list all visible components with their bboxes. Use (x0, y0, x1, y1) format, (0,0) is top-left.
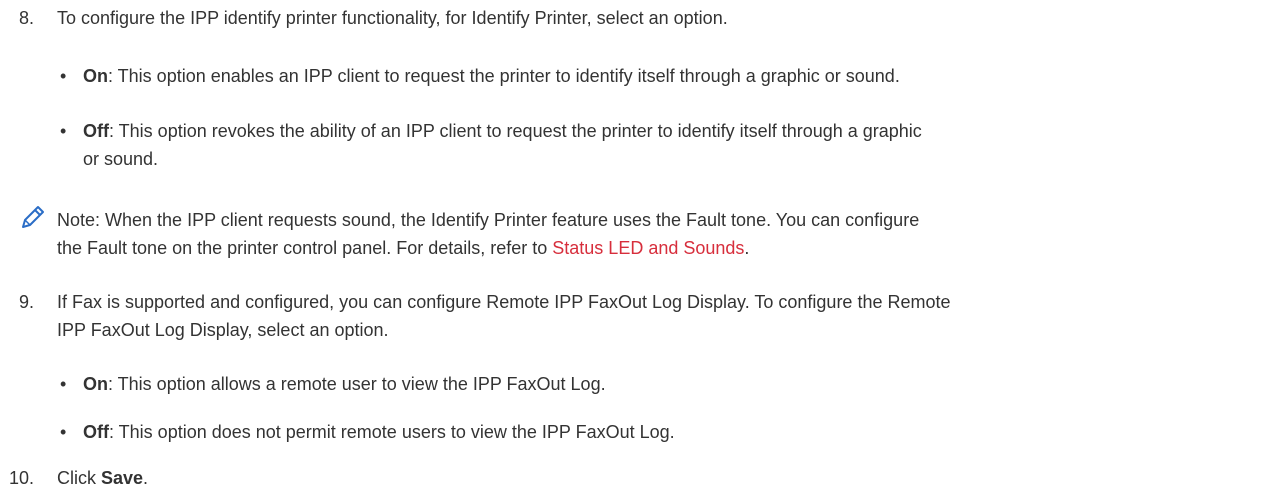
bullet-text: On: This option enables an IPP client to… (83, 62, 1251, 90)
step-number: 10. (8, 468, 34, 488)
step-text-suffix: . (143, 468, 149, 488)
bullet-text: Off: This option does not permit remote … (83, 418, 1251, 446)
option-term: Off (83, 422, 109, 442)
step-text-prefix: Click (57, 468, 101, 488)
option-term: Off (83, 121, 109, 141)
note-text-line1: Note: When the IPP client requests sound… (57, 210, 920, 230)
step-text-line2: IPP FaxOut Log Display, select an option… (57, 320, 389, 340)
step-text: To configure the IPP identify printer fu… (57, 8, 728, 28)
option-description: : This option allows a remote user to vi… (108, 374, 606, 394)
option-term: On (83, 66, 108, 86)
note-text-suffix: . (744, 238, 750, 258)
bullet-dot: • (60, 374, 67, 394)
status-led-sounds-link[interactable]: Status LED and Sounds (552, 238, 744, 258)
step-text-line1: If Fax is supported and configured, you … (57, 292, 951, 312)
bullet-text: or sound. (83, 149, 159, 169)
bullet-dot: • (60, 422, 67, 442)
bullet-dot: • (60, 121, 67, 141)
option-term: On (83, 374, 108, 394)
option-description: : This option revokes the ability of an … (109, 121, 922, 141)
bullet-dot: • (60, 66, 67, 86)
step-number: 9. (18, 292, 34, 312)
option-description: : This option enables an IPP client to r… (108, 66, 900, 86)
step-text: Click Save. (57, 464, 1257, 492)
bullet-text: On: This option allows a remote user to … (83, 370, 1251, 398)
option-description: : This option does not permit remote use… (109, 422, 675, 442)
pencil-icon (20, 204, 46, 230)
save-label: Save (101, 468, 144, 488)
note-text-prefix: the Fault tone on the printer control pa… (57, 238, 553, 258)
note-text-line2: the Fault tone on the printer control pa… (57, 234, 1257, 262)
bullet-text: Off: This option revokes the ability of … (83, 117, 1251, 145)
step-number: 8. (18, 8, 34, 28)
